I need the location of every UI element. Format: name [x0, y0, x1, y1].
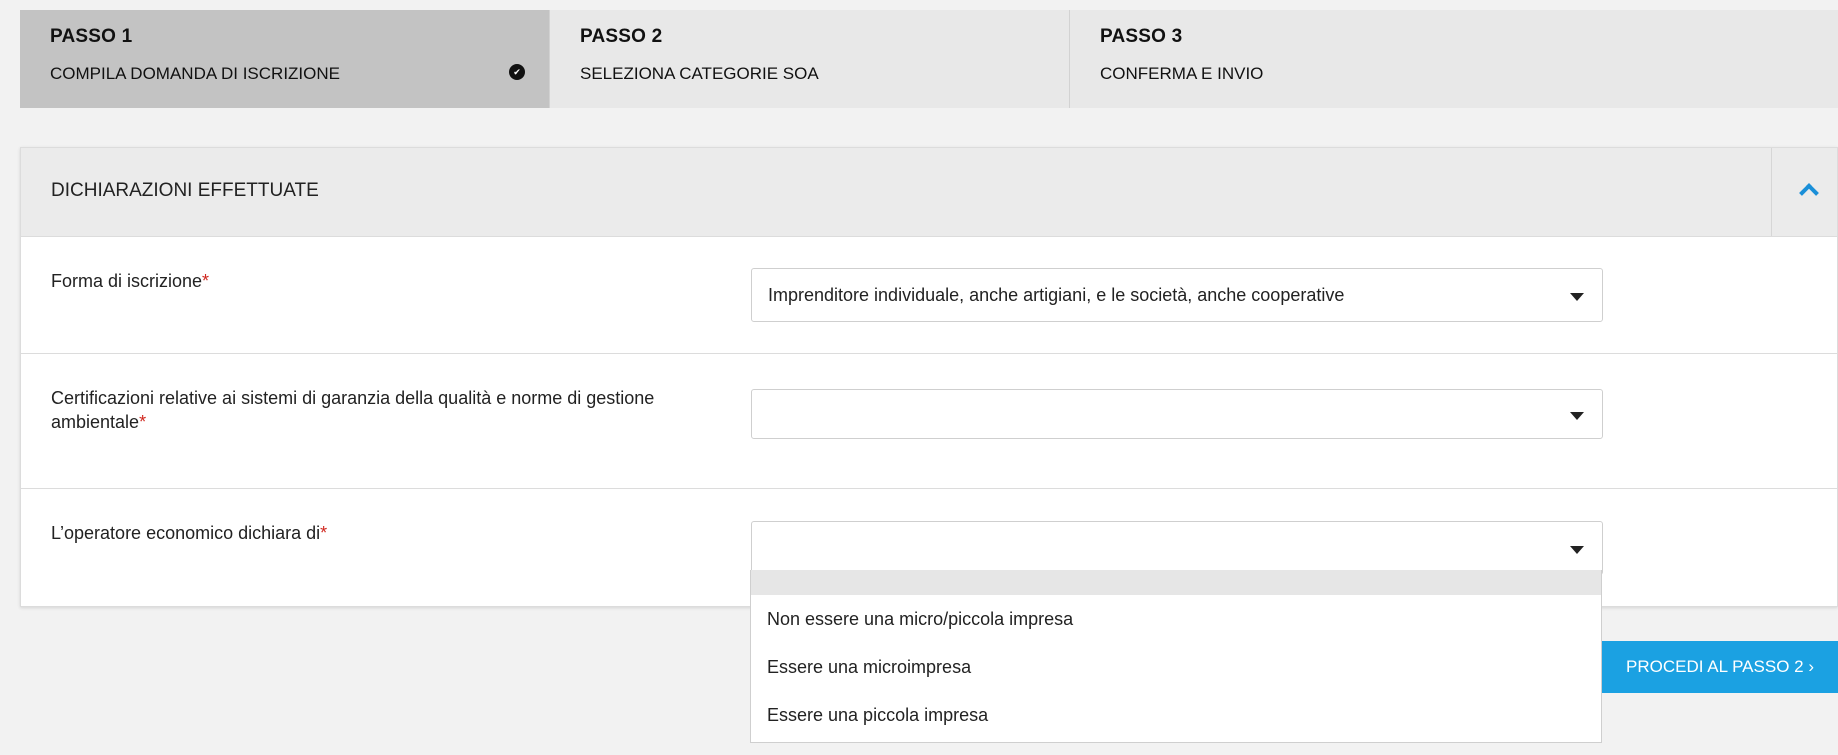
- caret-down-icon: [1570, 293, 1584, 301]
- caret-down-icon: [1570, 546, 1584, 554]
- dropdown-option-empty[interactable]: [751, 570, 1601, 595]
- step-title: PASSO 2: [580, 26, 663, 47]
- operatore-select[interactable]: [751, 521, 1603, 575]
- required-mark: *: [202, 271, 210, 291]
- step-title: PASSO 1: [50, 26, 133, 47]
- declarations-panel: DICHIARAZIONI EFFETTUATE Forma di iscriz…: [20, 147, 1838, 607]
- forma-iscrizione-select[interactable]: Imprenditore individuale, anche artigian…: [751, 268, 1603, 322]
- dropdown-option[interactable]: Non essere una micro/piccola impresa: [751, 595, 1601, 643]
- field-label-text: Forma di iscrizione: [51, 271, 203, 291]
- certificazioni-select[interactable]: [751, 389, 1603, 439]
- step-subtitle: COMPILA DOMANDA DI ISCRIZIONE: [50, 64, 340, 83]
- chevron-up-icon: [1799, 183, 1819, 203]
- required-mark: *: [320, 523, 328, 543]
- field-label: Certificazioni relative ai sistemi di ga…: [51, 386, 731, 434]
- step-title: PASSO 3: [1100, 26, 1183, 47]
- step-3[interactable]: PASSO 3 CONFERMA E INVIO: [1070, 10, 1838, 108]
- field-label-text: L’operatore economico dichiara di: [51, 523, 321, 543]
- step-subtitle: SELEZIONA CATEGORIE SOA: [580, 64, 819, 83]
- stepper: PASSO 1 COMPILA DOMANDA DI ISCRIZIONE ✔ …: [20, 10, 1838, 108]
- step-2[interactable]: PASSO 2 SELEZIONA CATEGORIE SOA: [550, 10, 1070, 108]
- select-value: Imprenditore individuale, anche artigian…: [768, 285, 1345, 305]
- field-label: L’operatore economico dichiara di*: [51, 521, 731, 545]
- form-row-forma-iscrizione: Forma di iscrizione* Imprenditore indivi…: [21, 237, 1837, 354]
- required-mark: *: [139, 412, 147, 432]
- form-row-certificazioni: Certificazioni relative ai sistemi di ga…: [21, 354, 1837, 489]
- caret-down-icon: [1570, 412, 1584, 420]
- step-1[interactable]: PASSO 1 COMPILA DOMANDA DI ISCRIZIONE ✔: [20, 10, 550, 108]
- panel-collapse-button[interactable]: [1771, 148, 1838, 236]
- step-subtitle: CONFERMA E INVIO: [1100, 64, 1264, 83]
- panel-header: DICHIARAZIONI EFFETTUATE: [21, 148, 1837, 237]
- dropdown-option[interactable]: Essere una microimpresa: [751, 643, 1601, 691]
- field-label: Forma di iscrizione*: [51, 269, 731, 293]
- operatore-dropdown-list: Non essere una micro/piccola impresa Ess…: [750, 570, 1602, 743]
- dropdown-option[interactable]: Essere una piccola impresa: [751, 691, 1601, 739]
- check-circle-icon: ✔: [509, 64, 525, 80]
- panel-title: DICHIARAZIONI EFFETTUATE: [51, 180, 319, 201]
- page: PASSO 1 COMPILA DOMANDA DI ISCRIZIONE ✔ …: [0, 0, 1838, 755]
